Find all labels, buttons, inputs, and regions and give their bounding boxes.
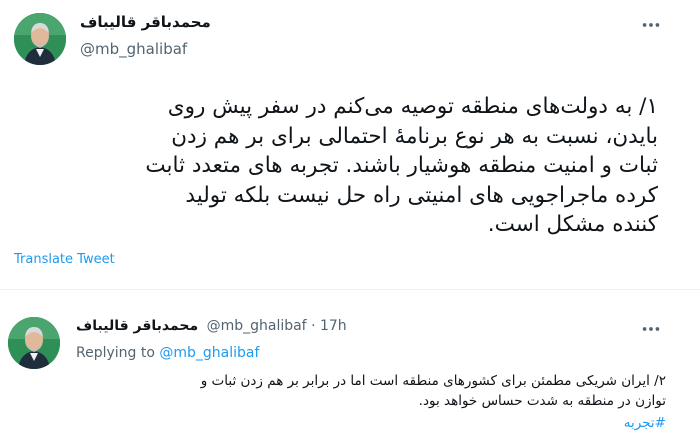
reply-header: محمدباقر قالیباف @mb_ghalibaf · 17h	[76, 318, 347, 334]
reply-text: ۲/ ایران شریکی مطمئن برای کشورهای منطقه …	[200, 373, 666, 409]
reply-handle-time[interactable]: @mb_ghalibaf · 17h	[207, 318, 347, 334]
replying-to: Replying to @mb_ghalibaf	[76, 345, 259, 361]
author-handle[interactable]: @mb_ghalibaf	[80, 40, 187, 58]
replying-to-label: Replying to	[76, 345, 160, 361]
avatar[interactable]	[14, 13, 66, 65]
avatar-image	[14, 13, 66, 65]
avatar-image	[8, 317, 60, 369]
reply-author-name[interactable]: محمدباقر قالیباف	[76, 318, 198, 334]
reply-more-icon[interactable]	[640, 318, 662, 340]
main-tweet: محمدباقر قالیباف @mb_ghalibaf ۱/ به دولت…	[0, 0, 700, 290]
author-name[interactable]: محمدباقر قالیباف	[80, 13, 211, 31]
replying-to-handle[interactable]: @mb_ghalibaf	[159, 345, 259, 361]
hashtag-link[interactable]: #تجربه	[624, 415, 666, 431]
more-icon[interactable]	[640, 14, 662, 36]
tweet-text: ۱/ به دولت‌های منطقه توصیه می‌کنم در سفر…	[145, 94, 658, 238]
reply-avatar[interactable]	[8, 317, 60, 369]
translate-tweet-link[interactable]: Translate Tweet	[14, 252, 115, 267]
